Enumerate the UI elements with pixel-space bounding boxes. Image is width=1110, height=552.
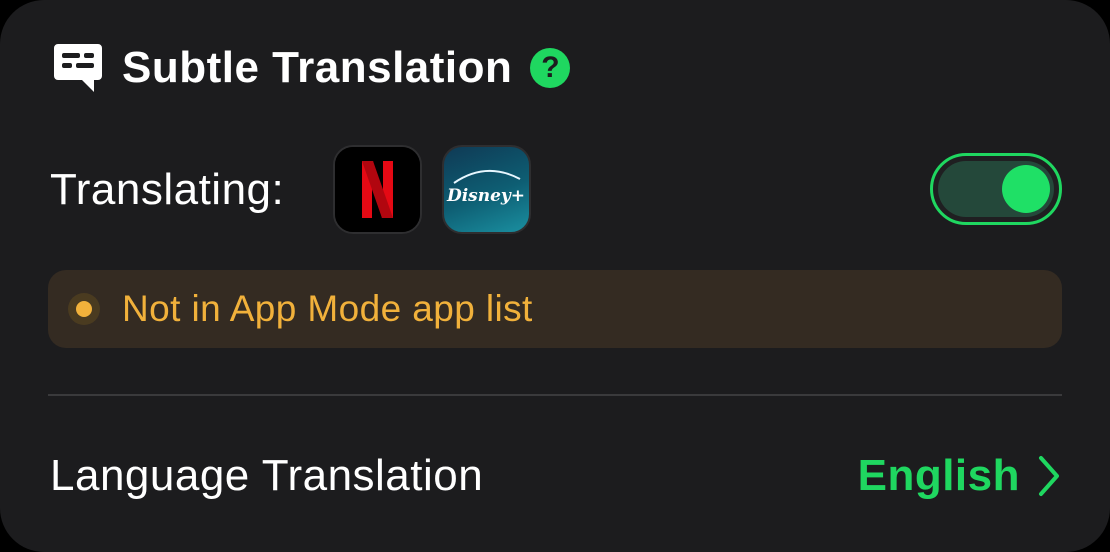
status-banner: Not in App Mode app list <box>48 270 1062 348</box>
card-title: Subtle Translation <box>122 43 513 92</box>
netflix-icon <box>333 145 422 234</box>
chevron-right-icon <box>1036 454 1062 498</box>
section-divider <box>48 394 1062 396</box>
translating-label: Translating: <box>50 165 285 214</box>
language-translation-row[interactable]: Language Translation English <box>50 446 1062 506</box>
subtle-translation-card: Subtle Translation ? Translating: Disney… <box>0 0 1110 552</box>
status-text: Not in App Mode app list <box>122 288 533 329</box>
question-mark-icon: ? <box>541 51 560 84</box>
language-value[interactable]: English <box>858 446 1062 506</box>
translating-row: Translating: Disney+ <box>50 145 1062 235</box>
status-dot-icon <box>68 293 100 325</box>
disney-plus-wordmark: Disney+ <box>446 186 525 206</box>
help-button[interactable]: ? <box>530 48 571 88</box>
disney-plus-icon: Disney+ <box>442 145 531 234</box>
language-value-text: English <box>857 451 1020 500</box>
toggle-knob <box>1002 165 1050 213</box>
language-translation-label: Language Translation <box>50 451 484 500</box>
translation-toggle[interactable] <box>930 153 1062 225</box>
card-header: Subtle Translation ? <box>52 40 571 96</box>
toggle-track <box>938 161 1054 217</box>
translation-bubble-icon <box>52 40 104 96</box>
